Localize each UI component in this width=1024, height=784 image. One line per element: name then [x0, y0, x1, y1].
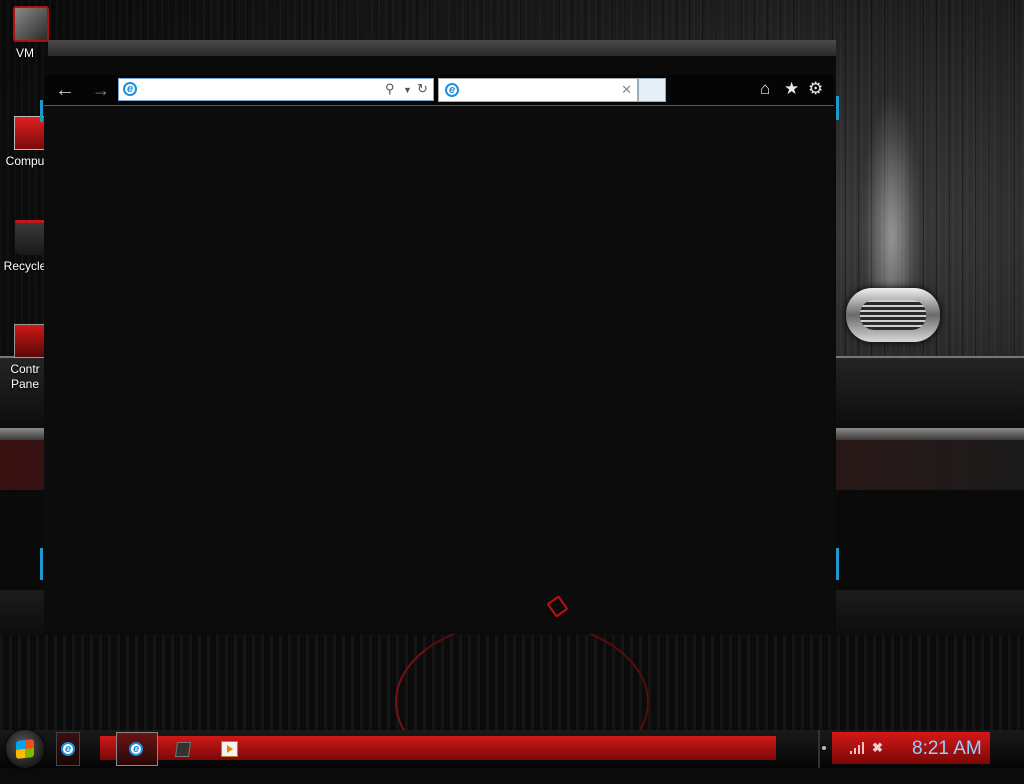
ie-logo-icon: e: [123, 82, 137, 96]
desktop-icon-vm[interactable]: VM: [0, 6, 50, 61]
taskbar-app[interactable]: [166, 732, 206, 764]
app-window-icon: [174, 742, 192, 757]
forward-button[interactable]: →: [90, 81, 112, 101]
ie-logo-icon: e: [129, 742, 143, 756]
window-frame-edge: [836, 96, 839, 120]
start-button[interactable]: [6, 730, 44, 768]
windows-logo-icon: [16, 739, 34, 759]
star-icon[interactable]: ★: [784, 79, 799, 99]
recycle-bin-icon: [15, 220, 47, 255]
control-panel-icon: [14, 324, 48, 358]
taskbar-media-player[interactable]: [212, 732, 252, 764]
desktop-icon-control-panel[interactable]: Contr Pane: [0, 324, 50, 392]
browser-tab[interactable]: e ✕: [438, 78, 638, 102]
taskbar-ie-pinned[interactable]: e: [56, 732, 80, 766]
ie-logo-icon: e: [445, 83, 459, 97]
network-icon[interactable]: ✖: [872, 740, 883, 756]
address-bar[interactable]: e ⚲ ▼ ↻: [118, 78, 434, 101]
address-input[interactable]: [139, 81, 383, 100]
gear-icon[interactable]: ⚙: [808, 79, 823, 99]
page-content[interactable]: [44, 106, 834, 632]
desktop-icon-computer[interactable]: Compu: [0, 116, 50, 169]
vm-icon: [13, 6, 49, 42]
close-icon[interactable]: ✕: [621, 82, 632, 98]
back-arrow-icon: ←: [55, 79, 75, 101]
media-player-icon: [221, 741, 238, 757]
show-hidden-icons-button[interactable]: [822, 746, 826, 750]
new-tab-button[interactable]: [638, 78, 666, 102]
ie-logo-icon: e: [61, 742, 75, 756]
desktop-icon-recycle-bin[interactable]: Recycle: [0, 220, 50, 274]
tray-divider: [818, 730, 820, 768]
taskbar-ie-active[interactable]: e: [116, 732, 158, 766]
window-title-bar[interactable]: [48, 40, 836, 56]
desktop-icon-label: Recycle: [3, 259, 47, 273]
chevron-down-icon[interactable]: ▼: [403, 85, 412, 95]
home-icon[interactable]: ⌂: [760, 79, 770, 99]
signal-bars-icon[interactable]: [850, 742, 866, 754]
window-frame-edge: [40, 548, 43, 580]
forward-arrow-icon: →: [92, 80, 110, 100]
window-frame-edge: [40, 100, 43, 122]
clock[interactable]: 8:21 AM: [912, 738, 982, 760]
desktop-icon-label: Compu: [5, 154, 45, 168]
search-icon[interactable]: ⚲: [385, 81, 395, 97]
wallpaper-smoke: [862, 90, 922, 300]
refresh-icon[interactable]: ↻: [417, 81, 428, 97]
system-tray: ✖ 8:21 AM: [832, 732, 990, 764]
window-frame-edge: [836, 548, 839, 580]
wallpaper-vent: [846, 288, 940, 342]
browser-toolbar: ← → e ⚲ ▼ ↻ e ✕ ⌂ ★ ⚙: [44, 75, 834, 106]
desktop-icon-label: Contr Pane: [10, 362, 40, 391]
back-button[interactable]: ←: [54, 79, 76, 101]
desktop-icon-label: VM: [16, 46, 34, 60]
